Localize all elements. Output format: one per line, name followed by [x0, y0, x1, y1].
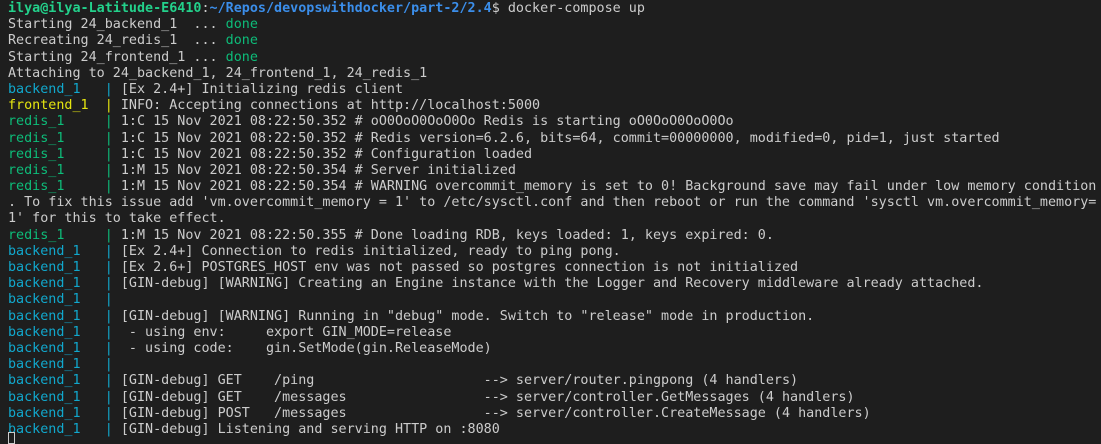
terminal-line: redis_1 | 1:M 15 Nov 2021 08:22:50.355 #… [8, 228, 1096, 244]
terminal-line: Attaching to 24_backend_1, 24_frontend_1… [8, 66, 1096, 82]
service-prefix-redis: redis_1 | [8, 114, 121, 130]
service-prefix-backend: backend_1 | [8, 421, 121, 437]
terminal-line: frontend_1 | INFO: Accepting connections… [8, 98, 1096, 114]
terminal-cursor [8, 432, 15, 444]
terminal-line: backend_1 | [GIN-debug] GET /messages --… [8, 390, 1096, 406]
line-text: . To fix this issue add 'vm.overcommit_m… [8, 195, 1097, 211]
status-done: done [225, 49, 258, 65]
line-text: 1:M 15 Nov 2021 08:22:50.354 # WARNING o… [120, 179, 1097, 195]
terminal-line: backend_1 | [GIN-debug] GET /ping --> se… [8, 373, 1096, 389]
service-prefix-backend: backend_1 | [8, 324, 121, 340]
service-prefix-backend: backend_1 | [8, 373, 121, 389]
prompt-user: ilya@ilya-Latitude-E6410 [8, 1, 202, 16]
service-prefix-backend: backend_1 | [8, 389, 121, 405]
terminal-line: Starting 24_frontend_1 ... done [8, 50, 1096, 66]
line-text: $ docker-compose up [491, 1, 645, 16]
line-text: 1:C 15 Nov 2021 08:22:50.352 # Redis ver… [120, 130, 1000, 146]
terminal-line: backend_1 | [GIN-debug] [WARNING] Creati… [8, 276, 1096, 292]
line-text: 1:C 15 Nov 2021 08:22:50.352 # Configura… [120, 146, 533, 162]
line-text: [GIN-debug] POST /messages --> server/co… [120, 405, 871, 421]
service-prefix-backend: backend_1 | [8, 276, 121, 292]
line-text: [Ex 2.6+] POSTGRES_HOST env was not pass… [120, 260, 799, 275]
terminal-line: backend_1 | [GIN-debug] POST /messages -… [8, 406, 1096, 422]
service-prefix-backend: backend_1 | [8, 357, 121, 373]
line-text: 1:M 15 Nov 2021 08:22:50.354 # Server in… [120, 162, 516, 178]
line-text: - using env: export GIN_MODE=release [120, 324, 452, 340]
terminal-line: backend_1 | [Ex 2.4+] Connection to redi… [8, 244, 1096, 260]
line-text: Starting 24_frontend_1 ... [8, 49, 226, 65]
service-prefix-backend: backend_1 | [8, 405, 121, 421]
line-text: 1:M 15 Nov 2021 08:22:50.355 # Done load… [120, 227, 774, 243]
service-prefix-redis: redis_1 | [8, 227, 121, 243]
status-done: done [225, 33, 258, 49]
service-prefix-redis: redis_1 | [8, 162, 121, 178]
line-text: Starting 24_backend_1 ... [8, 17, 226, 33]
terminal-line: backend_1 | [Ex 2.4+] Initializing redis… [8, 82, 1096, 98]
terminal-line: redis_1 | 1:M 15 Nov 2021 08:22:50.354 #… [8, 163, 1096, 179]
terminal-line: backend_1 | [GIN-debug] [WARNING] Runnin… [8, 309, 1096, 325]
service-prefix-backend: backend_1 | [8, 243, 121, 259]
line-text: [GIN-debug] [WARNING] Creating an Engine… [120, 276, 984, 292]
line-text: 1:C 15 Nov 2021 08:22:50.352 # oO0OoO0Oo… [120, 114, 734, 130]
service-prefix-redis: redis_1 | [8, 179, 121, 195]
service-prefix-backend: backend_1 | [8, 292, 121, 308]
line-text: [GIN-debug] [WARNING] Running in "debug"… [120, 308, 815, 324]
terminal-line: backend_1 | [Ex 2.6+] POSTGRES_HOST env … [8, 260, 1096, 276]
service-prefix-redis: redis_1 | [8, 146, 121, 162]
line-text: Attaching to 24_backend_1, 24_frontend_1… [8, 65, 428, 81]
terminal-line: . To fix this issue add 'vm.overcommit_m… [8, 195, 1096, 211]
terminal-line: backend_1 | - using code: gin.SetMode(gi… [8, 341, 1096, 357]
line-text: [GIN-debug] GET /ping --> server/router.… [120, 373, 799, 389]
line-text: - using code: gin.SetMode(gin.ReleaseMod… [120, 340, 492, 356]
service-prefix-backend: backend_1 | [8, 260, 121, 275]
line-text: : [201, 1, 210, 16]
terminal-line: backend_1 | [8, 357, 1096, 373]
terminal-line: redis_1 | 1:C 15 Nov 2021 08:22:50.352 #… [8, 147, 1096, 163]
line-text: [GIN-debug] GET /messages --> server/con… [120, 389, 855, 405]
service-prefix-backend: backend_1 | [8, 308, 121, 324]
terminal-line: Recreating 24_redis_1 ... done [8, 33, 1096, 49]
terminal-line: 1' for this to take effect. [8, 211, 1096, 227]
terminal-line: backend_1 | [GIN-debug] Listening and se… [8, 422, 1096, 438]
line-text: 1' for this to take effect. [8, 211, 226, 227]
terminal-line: redis_1 | 1:C 15 Nov 2021 08:22:50.352 #… [8, 114, 1096, 130]
terminal-line: backend_1 | [8, 292, 1096, 308]
terminal-line: ilya@ilya-Latitude-E6410:~/Repos/devopsw… [8, 1, 1096, 17]
terminal-output[interactable]: ilya@ilya-Latitude-E6410:~/Repos/devopsw… [8, 1, 1096, 438]
service-prefix-backend: backend_1 | [8, 81, 121, 97]
status-done: done [225, 17, 258, 33]
service-prefix-redis: redis_1 | [8, 130, 121, 146]
line-text: Recreating 24_redis_1 ... [8, 33, 226, 49]
line-text: [Ex 2.4+] Connection to redis initialize… [120, 243, 621, 259]
line-text: INFO: Accepting connections at http://lo… [120, 98, 541, 114]
terminal-line: redis_1 | 1:M 15 Nov 2021 08:22:50.354 #… [8, 179, 1096, 195]
service-prefix-frontend: frontend_1 | [8, 98, 121, 114]
line-text: [Ex 2.4+] Initializing redis client [120, 81, 404, 97]
prompt-path: ~/Repos/devopswithdocker/part-2/2.4 [209, 1, 492, 16]
line-text: [GIN-debug] Listening and serving HTTP o… [120, 421, 500, 437]
terminal-line: Starting 24_backend_1 ... done [8, 17, 1096, 33]
terminal-line: backend_1 | - using env: export GIN_MODE… [8, 325, 1096, 341]
service-prefix-backend: backend_1 | [8, 340, 121, 356]
terminal-line: redis_1 | 1:C 15 Nov 2021 08:22:50.352 #… [8, 131, 1096, 147]
